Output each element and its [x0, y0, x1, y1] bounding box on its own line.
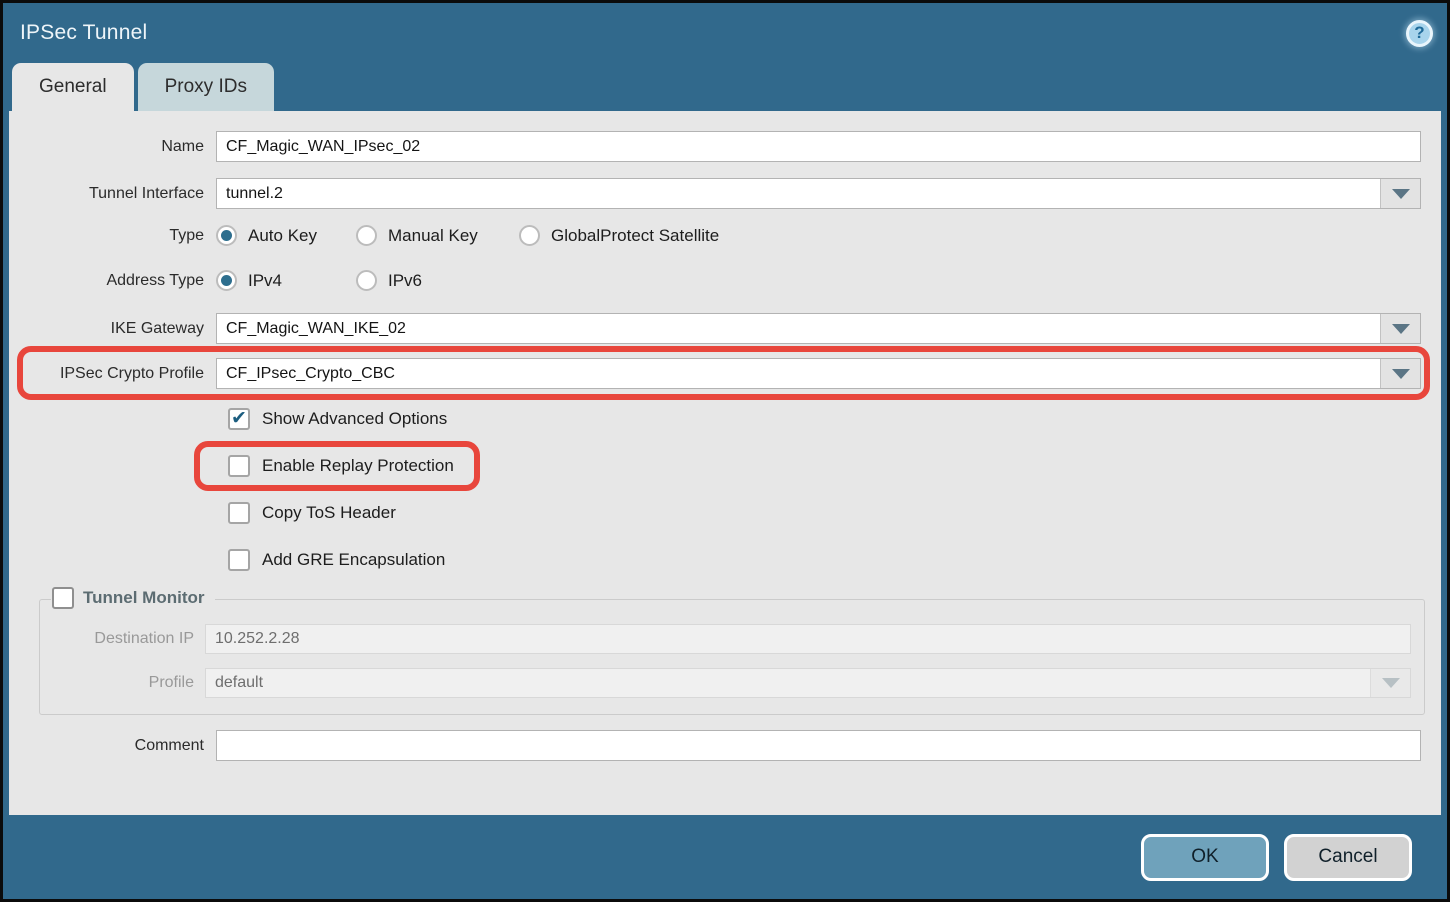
copy-tos-header-checkbox[interactable] [228, 502, 250, 524]
ike-gateway-label: IKE Gateway [9, 320, 216, 338]
radio-manual-key[interactable]: Manual Key [356, 225, 519, 246]
radio-ipv4[interactable]: IPv4 [216, 270, 356, 291]
tunnel-monitor-label: Tunnel Monitor [83, 588, 205, 608]
radio-button[interactable] [519, 225, 540, 246]
address-type-label: Address Type [9, 272, 216, 290]
copy-tos-header-label: Copy ToS Header [262, 503, 396, 523]
ike-gateway-select[interactable]: CF_Magic_WAN_IKE_02 [216, 313, 1421, 344]
add-gre-encapsulation-row: Add GRE Encapsulation [228, 546, 1441, 573]
ike-gateway-row: IKE Gateway CF_Magic_WAN_IKE_02 [9, 313, 1441, 344]
enable-replay-protection-label: Enable Replay Protection [262, 456, 454, 476]
destination-ip-row: Destination IP 10.252.2.28 [40, 624, 1424, 654]
ike-gateway-dropdown-button[interactable] [1380, 314, 1420, 343]
tunnel-interface-value: tunnel.2 [226, 185, 283, 203]
ipsec-crypto-profile-select[interactable]: CF_IPsec_Crypto_CBC [216, 358, 1421, 389]
profile-value: default [215, 674, 263, 692]
enable-replay-protection-checkbox[interactable] [228, 455, 250, 477]
radio-button[interactable] [356, 225, 377, 246]
name-label: Name [9, 138, 216, 156]
show-advanced-options-checkbox[interactable]: ✔ [228, 408, 250, 430]
tunnel-interface-row: Tunnel Interface tunnel.2 [9, 178, 1441, 209]
name-input[interactable]: CF_Magic_WAN_IPsec_02 [216, 131, 1421, 162]
radio-ipv6-label: IPv6 [388, 271, 422, 291]
enable-replay-protection-row: Enable Replay Protection [228, 452, 1441, 479]
dialog-titlebar: IPSec Tunnel ? [3, 3, 1447, 63]
tunnel-monitor-legend: Tunnel Monitor [51, 587, 215, 609]
chevron-down-icon [1392, 324, 1410, 334]
profile-select: default [205, 668, 1411, 698]
help-icon[interactable]: ? [1406, 20, 1433, 47]
profile-label: Profile [40, 674, 205, 692]
radio-button-selected[interactable] [216, 270, 237, 291]
show-advanced-options-row: ✔ Show Advanced Options [228, 405, 1441, 432]
radio-button-selected[interactable] [216, 225, 237, 246]
chevron-down-icon [1382, 678, 1400, 688]
radio-button[interactable] [356, 270, 377, 291]
show-advanced-options-label: Show Advanced Options [262, 409, 447, 429]
tunnel-interface-select[interactable]: tunnel.2 [216, 178, 1421, 209]
radio-dot [221, 230, 232, 241]
comment-row: Comment [9, 730, 1441, 761]
tab-bar: General Proxy IDs [3, 63, 1447, 111]
profile-dropdown-button [1370, 669, 1410, 697]
profile-row: Profile default [40, 668, 1424, 698]
destination-ip-input: 10.252.2.28 [205, 624, 1411, 654]
ipsec-crypto-profile-dropdown-button[interactable] [1380, 359, 1420, 388]
type-row: Type Auto Key Manual Key GlobalProtect S… [9, 225, 1441, 246]
comment-input[interactable] [216, 730, 1421, 761]
ipsec-crypto-profile-label: IPSec Crypto Profile [9, 365, 216, 383]
radio-auto-key-label: Auto Key [248, 226, 317, 246]
radio-ipv4-label: IPv4 [248, 271, 282, 291]
chevron-down-icon [1392, 369, 1410, 379]
general-tab-panel: Name CF_Magic_WAN_IPsec_02 Tunnel Interf… [9, 111, 1441, 815]
ok-button[interactable]: OK [1141, 834, 1269, 881]
ipsec-crypto-profile-value: CF_IPsec_Crypto_CBC [226, 365, 395, 383]
dialog-footer: OK Cancel [3, 815, 1447, 899]
chevron-down-icon [1392, 189, 1410, 199]
tunnel-monitor-checkbox[interactable] [52, 587, 74, 609]
destination-ip-label: Destination IP [40, 630, 205, 648]
radio-globalprotect-satellite-label: GlobalProtect Satellite [551, 226, 719, 246]
tab-proxy-ids[interactable]: Proxy IDs [138, 63, 274, 111]
radio-dot [221, 275, 232, 286]
add-gre-encapsulation-label: Add GRE Encapsulation [262, 550, 445, 570]
tunnel-interface-dropdown-button[interactable] [1380, 179, 1420, 208]
ike-gateway-value: CF_Magic_WAN_IKE_02 [226, 320, 406, 338]
radio-auto-key[interactable]: Auto Key [216, 225, 356, 246]
tunnel-monitor-group: Tunnel Monitor Destination IP 10.252.2.2… [39, 599, 1425, 715]
page-title: IPSec Tunnel [20, 21, 147, 45]
ipsec-crypto-profile-row: IPSec Crypto Profile CF_IPsec_Crypto_CBC [9, 358, 1441, 389]
radio-manual-key-label: Manual Key [388, 226, 478, 246]
radio-globalprotect-satellite[interactable]: GlobalProtect Satellite [519, 225, 719, 246]
name-row: Name CF_Magic_WAN_IPsec_02 [9, 131, 1441, 162]
tunnel-interface-label: Tunnel Interface [9, 185, 216, 203]
ipsec-tunnel-dialog: IPSec Tunnel ? General Proxy IDs Name CF… [0, 0, 1450, 902]
address-type-row: Address Type IPv4 IPv6 [9, 270, 1441, 291]
cancel-button[interactable]: Cancel [1284, 834, 1412, 881]
add-gre-encapsulation-checkbox[interactable] [228, 549, 250, 571]
tab-general[interactable]: General [12, 63, 134, 111]
comment-label: Comment [9, 737, 216, 755]
type-label: Type [9, 227, 216, 245]
copy-tos-header-row: Copy ToS Header [228, 499, 1441, 526]
radio-ipv6[interactable]: IPv6 [356, 270, 422, 291]
